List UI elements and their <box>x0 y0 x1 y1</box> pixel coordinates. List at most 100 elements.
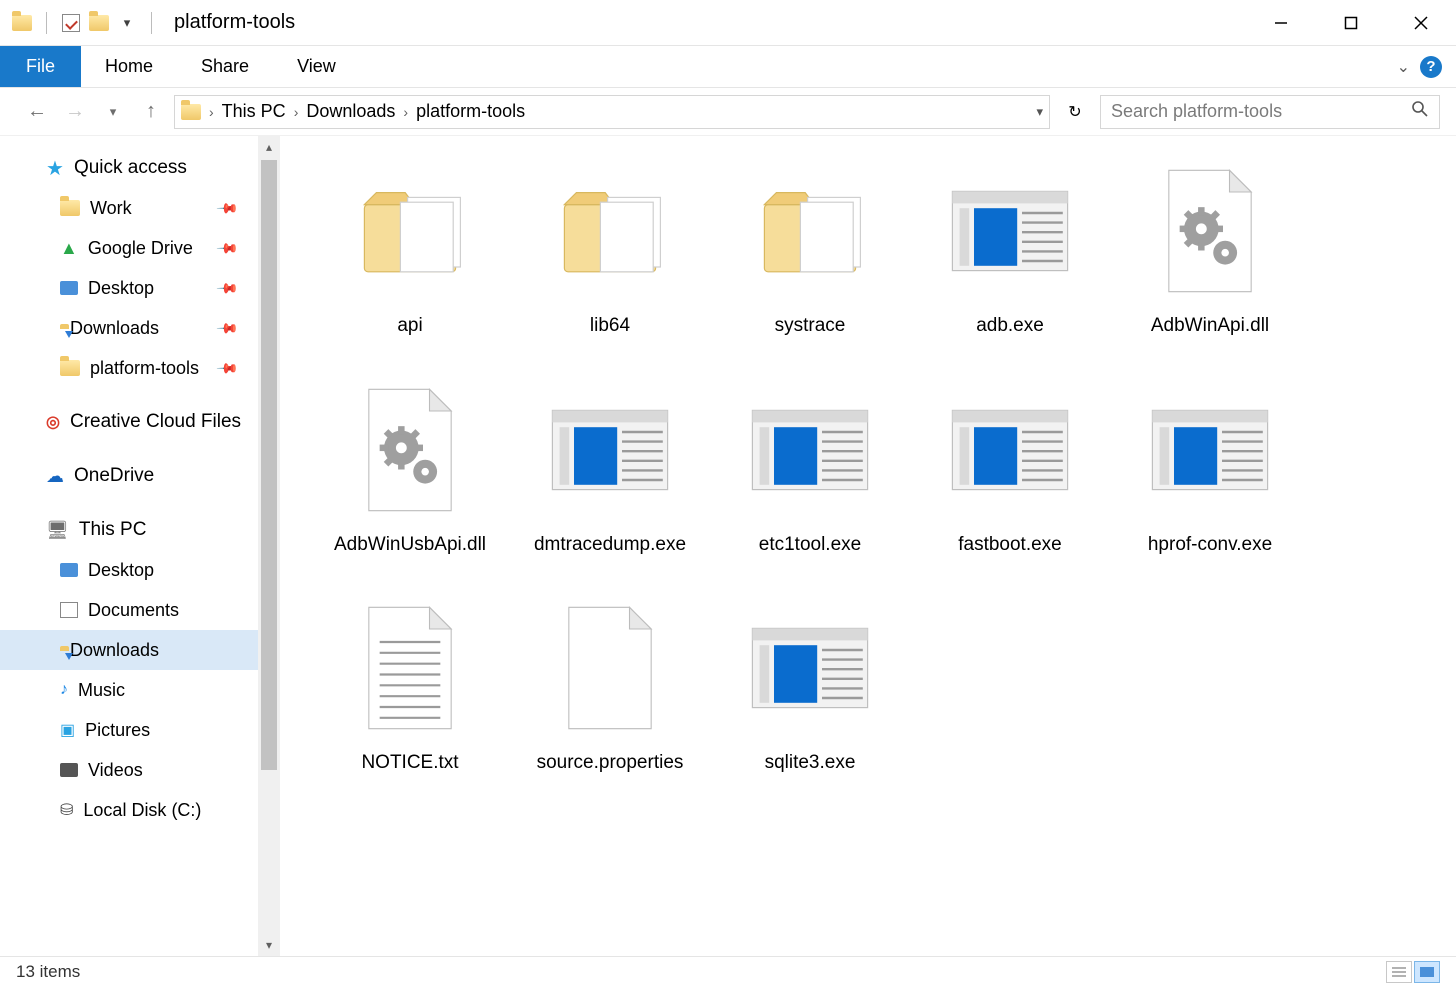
breadcrumb-segment[interactable]: platform-tools <box>416 101 525 122</box>
exe-icon <box>535 375 685 525</box>
sidebar-item[interactable]: platform-tools📌 <box>0 348 258 388</box>
file-name: etc1tool.exe <box>759 533 861 558</box>
scrollbar-thumb[interactable] <box>261 160 277 770</box>
file-item[interactable]: sqlite3.exe <box>710 593 910 776</box>
file-item[interactable]: dmtracedump.exe <box>510 375 710 558</box>
file-name: source.properties <box>537 751 684 776</box>
back-button[interactable]: ← <box>22 97 52 127</box>
pc-icon: 🖥 <box>46 520 69 541</box>
tab-view[interactable]: View <box>273 46 360 87</box>
chevron-right-icon[interactable]: › <box>290 104 303 120</box>
sidebar-item[interactable]: ♪Music <box>0 670 258 710</box>
chevron-down-icon[interactable]: ▾ <box>117 13 137 33</box>
folder-icon <box>60 360 80 376</box>
file-item[interactable]: NOTICE.txt <box>310 593 510 776</box>
file-item[interactable]: adb.exe <box>910 156 1110 339</box>
window-title: platform-tools <box>166 11 295 34</box>
sidebar-onedrive[interactable]: ☁ OneDrive <box>0 456 258 496</box>
txt-icon <box>335 593 485 743</box>
creative-cloud-icon: ◎ <box>46 412 60 432</box>
scroll-up-icon[interactable]: ▴ <box>258 136 280 158</box>
title-bar: ▾ platform-tools <box>0 0 1456 46</box>
folder-icon <box>735 156 885 306</box>
breadcrumb-segment[interactable]: This PC <box>222 101 286 122</box>
sidebar-item[interactable]: Desktop <box>0 550 258 590</box>
chevron-down-icon[interactable]: ▾ <box>1036 104 1043 120</box>
properties-icon[interactable] <box>61 13 81 33</box>
file-list: api lib64 systrace adb.exe AdbWinApi.dll AdbW… <box>280 136 1456 956</box>
file-item[interactable]: AdbWinUsbApi.dll <box>310 375 510 558</box>
pin-icon: 📌 <box>215 316 239 340</box>
file-item[interactable]: fastboot.exe <box>910 375 1110 558</box>
sidebar-item[interactable]: Downloads📌 <box>0 308 258 348</box>
file-name: AdbWinUsbApi.dll <box>334 533 486 558</box>
navigation-pane: ★ Quick access Work📌▲Google Drive📌Deskto… <box>0 136 280 956</box>
search-icon <box>1411 100 1429 123</box>
exe-icon <box>735 375 885 525</box>
sidebar-quick-access[interactable]: ★ Quick access <box>0 148 258 188</box>
exe-icon <box>935 156 1085 306</box>
chevron-right-icon[interactable]: › <box>399 104 412 120</box>
tab-home[interactable]: Home <box>81 46 177 87</box>
tab-file[interactable]: File <box>0 46 81 87</box>
details-view-button[interactable] <box>1386 961 1412 983</box>
folder-icon <box>535 156 685 306</box>
file-name: adb.exe <box>976 314 1044 339</box>
close-button[interactable] <box>1386 0 1456 46</box>
recent-locations-button[interactable]: ▾ <box>98 97 128 127</box>
sidebar-item[interactable]: ▲Google Drive📌 <box>0 228 258 268</box>
exe-icon <box>935 375 1085 525</box>
search-input[interactable]: Search platform-tools <box>1100 95 1440 129</box>
file-name: AdbWinApi.dll <box>1151 314 1269 339</box>
videos-icon <box>60 763 78 777</box>
file-item[interactable]: hprof-conv.exe <box>1110 375 1310 558</box>
dll-icon <box>335 375 485 525</box>
file-name: lib64 <box>590 314 630 339</box>
desktop-icon <box>60 281 78 295</box>
ribbon-expand-icon[interactable]: ⌄ <box>1397 57 1410 77</box>
up-button[interactable]: ↑ <box>136 97 166 127</box>
sidebar-item[interactable]: Work📌 <box>0 188 258 228</box>
scroll-down-icon[interactable]: ▾ <box>258 934 280 956</box>
chevron-right-icon[interactable]: › <box>205 104 218 120</box>
documents-icon <box>60 602 78 618</box>
sidebar-creative-cloud[interactable]: ◎ Creative Cloud Files <box>0 402 258 442</box>
breadcrumb[interactable]: › This PC › Downloads › platform-tools ▾ <box>174 95 1050 129</box>
sidebar-item[interactable]: ⛁Local Disk (C:) <box>0 790 258 830</box>
pin-icon: 📌 <box>215 196 239 220</box>
sidebar-item[interactable]: Documents <box>0 590 258 630</box>
sidebar-item[interactable]: Downloads <box>0 630 258 670</box>
file-item[interactable]: AdbWinApi.dll <box>1110 156 1310 339</box>
sidebar-item[interactable]: ▣Pictures <box>0 710 258 750</box>
maximize-button[interactable] <box>1316 0 1386 46</box>
file-item[interactable]: systrace <box>710 156 910 339</box>
file-item[interactable]: etc1tool.exe <box>710 375 910 558</box>
minimize-button[interactable] <box>1246 0 1316 46</box>
desktop-icon <box>60 563 78 577</box>
tab-share[interactable]: Share <box>177 46 273 87</box>
pin-icon: 📌 <box>215 276 239 300</box>
refresh-button[interactable]: ↻ <box>1058 95 1092 129</box>
music-icon: ♪ <box>60 681 68 699</box>
file-name: hprof-conv.exe <box>1148 533 1272 558</box>
file-name: api <box>397 314 422 339</box>
forward-button[interactable]: → <box>60 97 90 127</box>
file-name: dmtracedump.exe <box>534 533 686 558</box>
file-item[interactable]: lib64 <box>510 156 710 339</box>
pin-icon: 📌 <box>215 356 239 380</box>
sidebar-item[interactable]: Videos <box>0 750 258 790</box>
item-count: 13 items <box>16 962 80 982</box>
sidebar-scrollbar[interactable]: ▴ ▾ <box>258 136 280 956</box>
pictures-icon: ▣ <box>60 720 75 740</box>
file-item[interactable]: api <box>310 156 510 339</box>
sidebar-this-pc[interactable]: 🖥 This PC <box>0 510 258 550</box>
file-name: fastboot.exe <box>958 533 1062 558</box>
file-item[interactable]: source.properties <box>510 593 710 776</box>
sidebar-item[interactable]: Desktop📌 <box>0 268 258 308</box>
breadcrumb-segment[interactable]: Downloads <box>306 101 395 122</box>
file-name: sqlite3.exe <box>765 751 856 776</box>
file-name: NOTICE.txt <box>361 751 458 776</box>
large-icons-view-button[interactable] <box>1414 961 1440 983</box>
help-icon[interactable]: ? <box>1420 56 1442 78</box>
folder-icon[interactable] <box>89 13 109 33</box>
